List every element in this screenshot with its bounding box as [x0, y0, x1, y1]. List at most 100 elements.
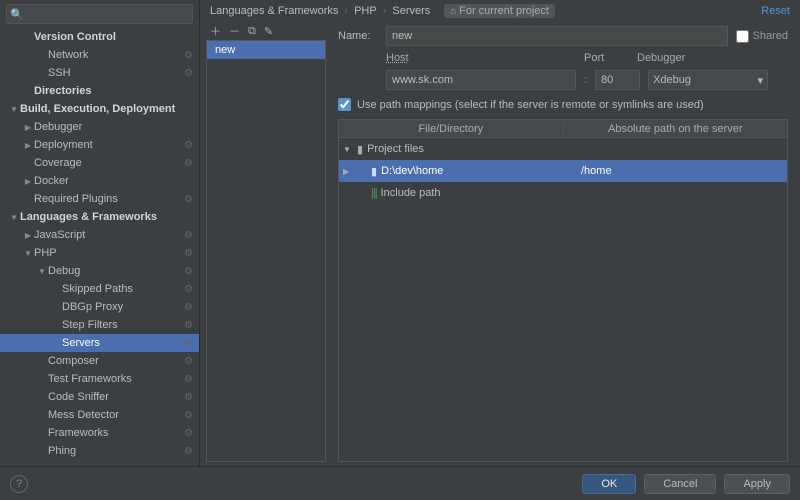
tree-item[interactable]: DBGp Proxy⚙	[0, 298, 199, 316]
tree-item-label: Coverage	[34, 157, 184, 169]
add-icon[interactable]: ＋	[210, 23, 221, 39]
expand-arrow-icon: ▼	[8, 213, 20, 222]
search-icon: 🔍	[10, 8, 24, 21]
remove-icon[interactable]: －	[229, 23, 240, 39]
debugger-label: Debugger	[637, 52, 685, 64]
tree-item[interactable]: Network⚙	[0, 46, 199, 64]
table-row[interactable]: ▶▮D:\dev\home/home	[339, 160, 787, 182]
name-input[interactable]	[386, 26, 728, 46]
settings-tree[interactable]: Version ControlNetwork⚙SSH⚙Directories▼B…	[0, 28, 199, 466]
gear-icon: ⚙	[184, 266, 193, 277]
shared-checkbox[interactable]: Shared	[736, 30, 788, 43]
tree-item[interactable]: Required Plugins⚙	[0, 190, 199, 208]
path-label: Project files	[367, 143, 424, 155]
chevron-down-icon: ▾	[758, 74, 764, 87]
tree-item[interactable]: ▶Deployment⚙	[0, 136, 199, 154]
reset-link[interactable]: Reset	[761, 5, 790, 17]
folder-icon: ▮	[357, 143, 363, 156]
tree-item-label: Mess Detector	[48, 409, 184, 421]
use-mappings-checkbox[interactable]: Use path mappings (select if the server …	[338, 96, 788, 113]
gear-icon: ⚙	[184, 50, 193, 61]
tree-item-label: Build, Execution, Deployment	[20, 103, 193, 115]
tree-item[interactable]: ▶JavaScript⚙	[0, 226, 199, 244]
tree-item[interactable]: Code Sniffer⚙	[0, 388, 199, 406]
tree-item[interactable]: Composer⚙	[0, 352, 199, 370]
tree-item[interactable]: Frameworks⚙	[0, 424, 199, 442]
table-row[interactable]: ▼ ▮ Project files	[339, 138, 787, 160]
expand-arrow-icon: ▶	[22, 177, 34, 186]
host-input[interactable]	[386, 70, 576, 90]
project-scope-badge: ⌂ For current project	[444, 4, 555, 18]
tree-item-label: Servers	[62, 337, 184, 349]
tree-item-label: Required Plugins	[34, 193, 184, 205]
crumb-servers: Servers	[392, 5, 430, 17]
gear-icon: ⚙	[184, 194, 193, 205]
gear-icon: ⚙	[184, 428, 193, 439]
gear-icon: ⚙	[184, 158, 193, 169]
tree-item[interactable]: ▼PHP⚙	[0, 244, 199, 262]
crumb-lf[interactable]: Languages & Frameworks	[210, 5, 338, 17]
tree-item[interactable]: Skipped Paths⚙	[0, 280, 199, 298]
expand-arrow-icon: ▶	[22, 141, 34, 150]
table-row[interactable]: ||| Include path	[339, 182, 787, 204]
tree-item-label: Code Sniffer	[48, 391, 184, 403]
folder-icon: ▮	[371, 165, 377, 178]
tree-item[interactable]: ▼Debug⚙	[0, 262, 199, 280]
port-label: Port	[584, 52, 629, 64]
gear-icon: ⚙	[184, 284, 193, 295]
server-item[interactable]: new	[207, 41, 325, 59]
remote-path[interactable]: /home	[581, 165, 787, 177]
gear-icon: ⚙	[184, 248, 193, 259]
tree-item[interactable]: Directories	[0, 82, 199, 100]
tree-item[interactable]: SSH⚙	[0, 64, 199, 82]
host-label: Host	[386, 52, 576, 64]
gear-icon: ⚙	[184, 68, 193, 79]
import-icon[interactable]: ✎	[264, 25, 273, 38]
tree-item[interactable]: Version Control	[0, 28, 199, 46]
tree-item[interactable]: Mess Detector⚙	[0, 406, 199, 424]
copy-icon[interactable]: ⧉	[248, 25, 256, 38]
debugger-select[interactable]: Xdebug ▾	[648, 70, 768, 90]
tree-item-label: Skipped Paths	[62, 283, 184, 295]
expand-arrow-icon: ▼	[8, 105, 20, 114]
tree-item-label: Composer	[48, 355, 184, 367]
expand-arrow-icon: ▶	[22, 231, 34, 240]
chevron-right-icon: ›	[383, 5, 387, 17]
gear-icon: ⚙	[184, 302, 193, 313]
apply-button[interactable]: Apply	[724, 474, 790, 494]
gear-icon: ⚙	[184, 446, 193, 457]
tree-item[interactable]: ▼Build, Execution, Deployment	[0, 100, 199, 118]
cancel-button[interactable]: Cancel	[644, 474, 716, 494]
tree-item-label: Version Control	[34, 31, 193, 43]
gear-icon: ⚙	[184, 338, 193, 349]
expand-arrow-icon: ▶	[343, 167, 353, 176]
tree-item[interactable]: Step Filters⚙	[0, 316, 199, 334]
gear-icon: ⚙	[184, 356, 193, 367]
server-list[interactable]: new	[206, 40, 326, 462]
search-input[interactable]	[6, 4, 193, 24]
crumb-php[interactable]: PHP	[354, 5, 377, 17]
gear-icon: ⚙	[184, 230, 193, 241]
expand-arrow-icon: ▼	[343, 145, 353, 154]
help-button[interactable]: ?	[10, 475, 28, 493]
breadcrumb: Languages & Frameworks › PHP › Servers ⌂…	[200, 0, 800, 22]
tree-item[interactable]: ▶Debugger	[0, 118, 199, 136]
tree-item[interactable]: ▼Languages & Frameworks	[0, 208, 199, 226]
col-file-directory[interactable]: File/Directory	[339, 123, 564, 135]
include-path-icon: |||	[371, 187, 377, 199]
path-label: Include path	[381, 187, 441, 199]
gear-icon: ⚙	[184, 140, 193, 151]
ok-button[interactable]: OK	[582, 474, 636, 494]
tree-item[interactable]: Servers⚙	[0, 334, 199, 352]
tree-item[interactable]: Phing⚙	[0, 442, 199, 460]
col-absolute-path[interactable]: Absolute path on the server	[564, 123, 788, 135]
tree-item-label: Directories	[34, 85, 193, 97]
port-input[interactable]	[595, 70, 640, 90]
tree-item[interactable]: ▶Docker	[0, 172, 199, 190]
tree-item-label: Debugger	[34, 121, 193, 133]
tree-item[interactable]: Test Frameworks⚙	[0, 370, 199, 388]
tree-item[interactable]: Coverage⚙	[0, 154, 199, 172]
expand-arrow-icon: ▼	[36, 267, 48, 276]
gear-icon: ⚙	[184, 410, 193, 421]
name-label: Name:	[338, 30, 378, 42]
